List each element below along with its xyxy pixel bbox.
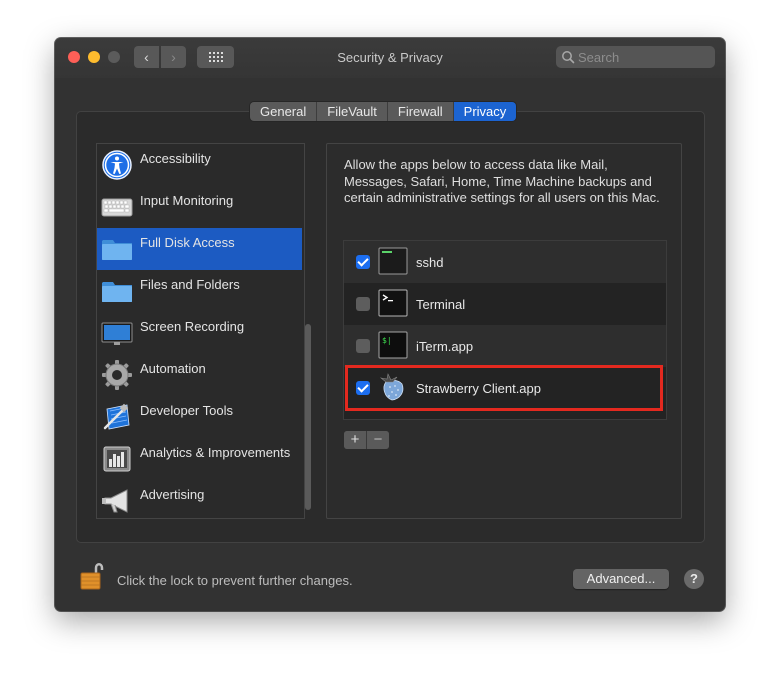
sidebar-item-files-and-folders[interactable]: Files and Folders [97, 270, 303, 312]
display-icon [101, 322, 133, 345]
app-label: iTerm.app [416, 339, 474, 354]
sidebar-item-automation[interactable]: Automation [97, 354, 303, 396]
app-checkbox-iterm[interactable] [356, 339, 370, 353]
sidebar-scrollbar[interactable] [305, 324, 311, 510]
app-label: Terminal [416, 297, 466, 312]
sidebar-item-label: Analytics & Improvements [140, 445, 291, 460]
privacy-category-list: Accessibility Input Monitoring Full Disk… [96, 143, 305, 519]
add-remove-control: + − [344, 431, 389, 449]
tab-privacy[interactable]: Privacy [453, 102, 517, 121]
sidebar-item-analytics[interactable]: Analytics & Improvements [97, 438, 303, 480]
terminal-exec-icon [378, 247, 408, 275]
description-text: Allow the apps below to access data like… [344, 157, 660, 205]
sidebar-item-label: Developer Tools [140, 403, 233, 418]
folder-icon [102, 240, 132, 260]
svg-text:$|: $| [382, 336, 392, 345]
developer-tools-icon [103, 403, 130, 430]
sidebar-item-label: Accessibility [140, 151, 211, 166]
app-checkbox-terminal[interactable] [356, 297, 370, 311]
terminal-icon [378, 289, 408, 317]
sidebar-item-advertising[interactable]: Advertising [97, 480, 303, 518]
sidebar-item-label: Screen Recording [140, 319, 245, 334]
accessibility-icon [102, 150, 132, 180]
tab-filevault[interactable]: FileVault [317, 102, 388, 121]
sidebar-item-label: Files and Folders [140, 277, 240, 292]
sidebar-item-label: Input Monitoring [140, 193, 234, 208]
lock-icon[interactable] [80, 560, 104, 590]
sidebar-item-label: Full Disk Access [140, 235, 235, 250]
search-icon [562, 51, 575, 64]
app-permissions-pane: Allow the apps below to access data like… [326, 143, 682, 519]
sidebar-item-screen-recording[interactable]: Screen Recording [97, 312, 303, 354]
list-item[interactable]: sshd [344, 241, 666, 283]
app-checkbox-sshd[interactable] [356, 255, 370, 269]
sidebar-item-full-disk-access[interactable]: Full Disk Access [97, 228, 302, 270]
iterm-icon: $| [378, 331, 408, 359]
analytics-icon [103, 446, 131, 472]
tab-bar: General FileVault Firewall Privacy [250, 102, 517, 121]
title-bar: ‹ › Security & Privacy [55, 38, 725, 78]
sidebar-item-input-monitoring[interactable]: Input Monitoring [97, 186, 303, 228]
highlight-box [345, 365, 663, 411]
sidebar-item-developer-tools[interactable]: Developer Tools [97, 396, 303, 438]
megaphone-icon [102, 489, 128, 513]
list-item[interactable]: $| iTerm.app [344, 325, 666, 367]
tab-general[interactable]: General [250, 102, 318, 121]
advanced-button[interactable]: Advanced... [573, 569, 669, 589]
sidebar-item-label: Advertising [140, 487, 205, 502]
list-item[interactable]: Terminal [344, 283, 666, 325]
folder-icon [102, 282, 132, 302]
app-label: sshd [416, 255, 444, 270]
preferences-window: ‹ › Security & Privacy General FileVault… [55, 38, 725, 611]
search-field[interactable] [556, 46, 715, 68]
tab-firewall[interactable]: Firewall [387, 102, 454, 121]
lock-status-text: Click the lock to prevent further change… [117, 573, 353, 588]
gear-icon [102, 360, 132, 390]
remove-app-button[interactable]: − [366, 431, 389, 449]
sidebar-item-accessibility[interactable]: Accessibility [97, 144, 303, 186]
search-input[interactable] [578, 48, 708, 66]
sidebar-item-label: Automation [140, 361, 206, 376]
add-app-button[interactable]: + [344, 431, 366, 449]
help-button[interactable]: ? [684, 569, 704, 589]
keyboard-icon [101, 198, 133, 217]
